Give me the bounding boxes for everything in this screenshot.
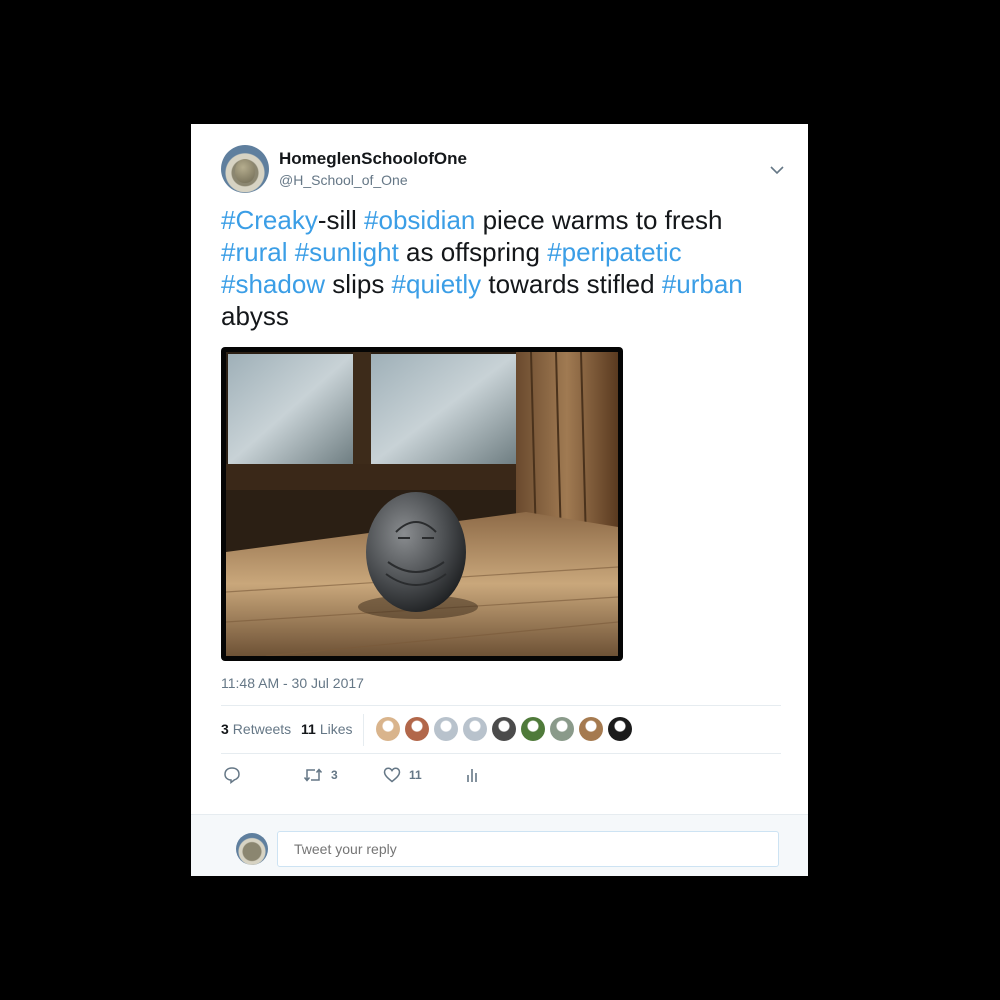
reply-avatar (236, 833, 268, 865)
hashtag-link[interactable]: #urban (662, 269, 743, 299)
stat-divider (363, 714, 364, 746)
tweet-card: HomeglenSchoolofOne @H_School_of_One #Cr… (191, 124, 808, 876)
hashtag-link[interactable]: #peripatetic (547, 237, 681, 267)
hashtag-link[interactable]: #obsidian (364, 205, 475, 235)
chevron-down-icon[interactable] (766, 159, 788, 181)
reply-button[interactable] (223, 764, 241, 786)
tweet-text-segment: towards stifled (481, 269, 662, 299)
likes-label: Likes (319, 721, 353, 737)
analytics-button[interactable] (465, 764, 479, 786)
user-avatar[interactable] (221, 145, 269, 193)
like-count: 11 (409, 768, 422, 782)
liker-avatar[interactable] (492, 717, 516, 741)
display-name[interactable]: HomeglenSchoolofOne (279, 149, 467, 169)
liker-avatar[interactable] (521, 717, 545, 741)
liker-avatar[interactable] (376, 717, 400, 741)
tweet-photo[interactable] (221, 347, 623, 661)
hashtag-link[interactable]: #sunlight (295, 237, 399, 267)
tweet-text-segment: abyss (221, 301, 289, 331)
tweet-text-segment: as offspring (398, 237, 548, 267)
retweet-icon (303, 768, 323, 782)
retweets-label: Retweets (232, 721, 292, 737)
reply-bar (191, 814, 808, 876)
liker-avatar[interactable] (405, 717, 429, 741)
likes-stat[interactable]: 11 Likes (301, 721, 353, 737)
tweet-stats: 3 Retweets 11 Likes (221, 705, 781, 754)
retweet-button[interactable]: 3 (303, 764, 338, 786)
hashtag-link[interactable]: #quietly (392, 269, 482, 299)
tweet-actions: 3 11 (221, 764, 781, 788)
tweet-header: HomeglenSchoolofOne @H_School_of_One (221, 145, 788, 193)
reply-input[interactable] (277, 831, 779, 867)
reply-icon (224, 767, 240, 784)
retweet-count: 3 (331, 768, 338, 782)
analytics-icon (467, 769, 477, 782)
liker-avatar[interactable] (608, 717, 632, 741)
liker-avatar[interactable] (550, 717, 574, 741)
user-handle[interactable]: @H_School_of_One (279, 172, 408, 188)
hashtag-link[interactable]: #rural (221, 237, 287, 267)
tweet-text-segment: piece warms to fresh (475, 205, 723, 235)
tweet-timestamp[interactable]: 11:48 AM - 30 Jul 2017 (221, 675, 364, 691)
hashtag-link[interactable]: #Creaky (221, 205, 318, 235)
retweets-stat[interactable]: 3 Retweets (221, 721, 291, 737)
likes-count: 11 (301, 721, 316, 737)
liker-avatar[interactable] (434, 717, 458, 741)
hashtag-link[interactable]: #shadow (221, 269, 325, 299)
heart-icon (383, 767, 401, 783)
like-button[interactable]: 11 (383, 764, 422, 786)
liker-avatar[interactable] (579, 717, 603, 741)
tweet-text-segment: -sill (317, 205, 365, 235)
tweet-text-segment (287, 237, 294, 267)
tweet-text-segment: slips (325, 269, 392, 299)
window-sill-stone-image (226, 352, 618, 656)
retweets-count: 3 (221, 721, 229, 737)
tweet-text: #Creaky-sill #obsidian piece warms to fr… (221, 204, 781, 332)
liker-avatar[interactable] (463, 717, 487, 741)
